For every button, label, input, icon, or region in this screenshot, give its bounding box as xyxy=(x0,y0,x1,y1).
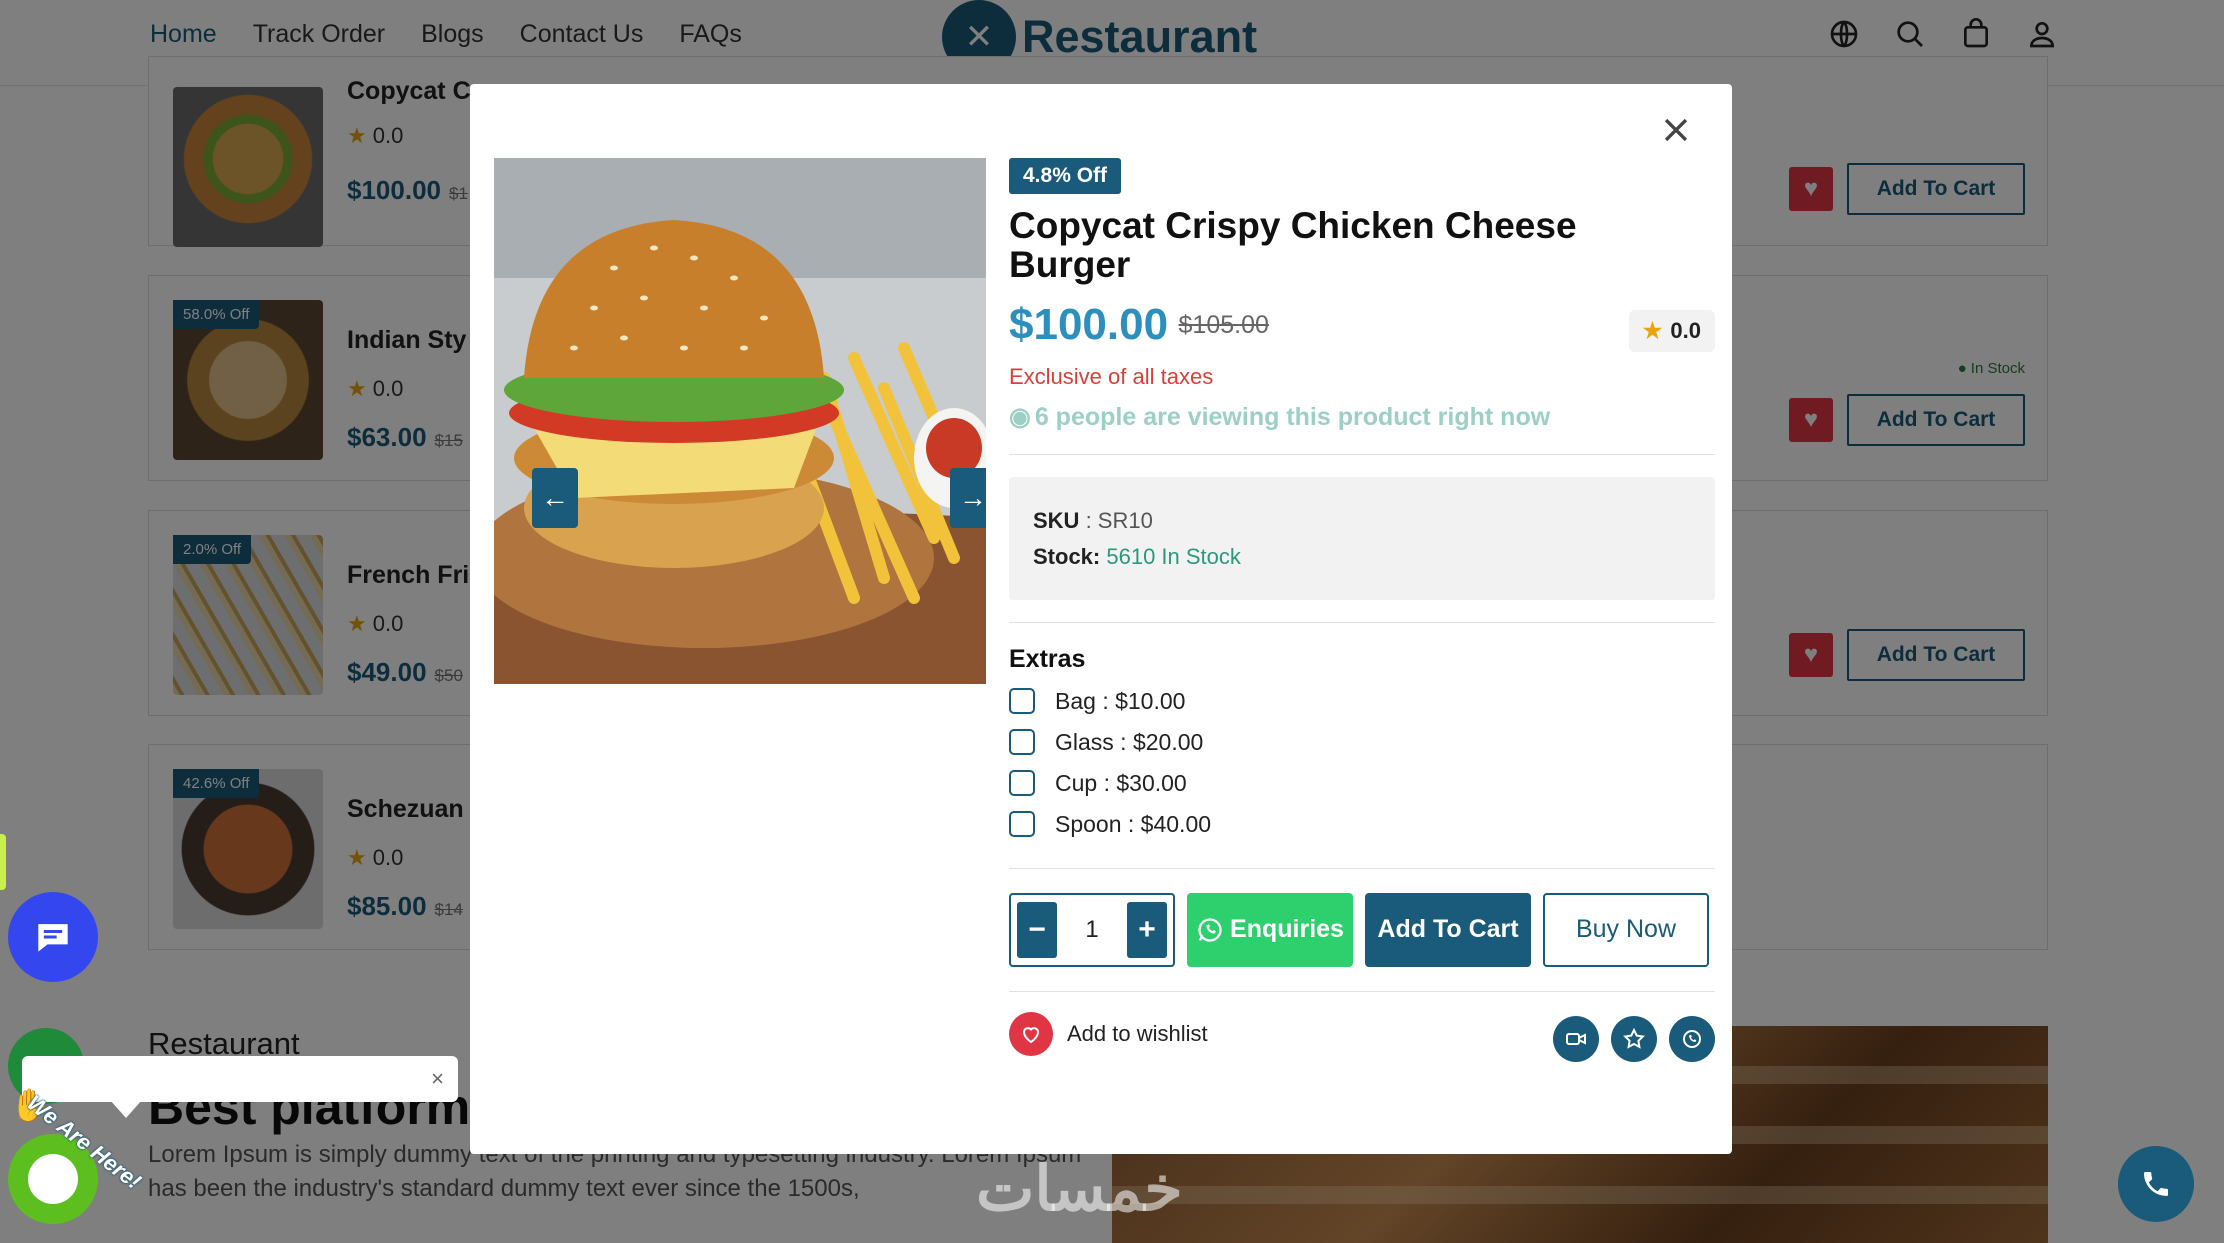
whatsapp-icon xyxy=(1198,918,1222,942)
current-price: $100.00 xyxy=(1009,300,1169,350)
discount-badge: 4.8% Off xyxy=(1009,158,1122,194)
sku-line: SKU : SR10 xyxy=(1033,508,1153,534)
enquiries-button[interactable]: Enquiries xyxy=(1187,892,1353,967)
video-icon[interactable] xyxy=(1553,1015,1599,1062)
eye-icon: ◉ xyxy=(1009,403,1031,432)
chat-icon xyxy=(28,1154,78,1204)
product-details: 4.8% Off Copycat Crispy Chicken Cheese B… xyxy=(1009,158,1715,1066)
close-modal-button[interactable] xyxy=(1652,106,1700,154)
checkbox[interactable] xyxy=(1009,688,1035,715)
action-row: − 1 + Enquiries Add To Cart Buy Now xyxy=(1009,892,1715,967)
extra-option-spoon[interactable]: Spoon : $40.00 xyxy=(1009,811,1715,838)
checkbox[interactable] xyxy=(1009,770,1035,797)
close-icon xyxy=(1664,118,1688,142)
close-icon[interactable]: × xyxy=(431,1066,444,1092)
arrow-left-icon: ← xyxy=(541,482,569,513)
price-row: $100.00 $105.00 ★ 0.0 xyxy=(1009,300,1715,356)
quantity-stepper: − 1 + xyxy=(1009,892,1175,967)
whatsapp-icon[interactable] xyxy=(1669,1015,1715,1062)
watermark: خمسات xyxy=(976,1155,1183,1224)
increase-quantity-button[interactable]: + xyxy=(1126,901,1167,958)
side-tab[interactable] xyxy=(0,834,6,890)
extras-title: Extras xyxy=(1009,644,1086,673)
tawk-popup: × xyxy=(22,1056,458,1102)
product-title: Copycat Crispy Chicken Cheese Burger xyxy=(1009,205,1577,286)
gallery-next-button[interactable]: → xyxy=(950,468,986,528)
checkbox[interactable] xyxy=(1009,811,1035,838)
buy-now-button[interactable]: Buy Now xyxy=(1543,892,1709,967)
chat-bubble-button[interactable] xyxy=(8,892,98,982)
heart-icon xyxy=(1022,1026,1040,1044)
divider xyxy=(1009,454,1715,456)
add-to-cart-button[interactable]: Add To Cart xyxy=(1365,892,1531,967)
gallery-prev-button[interactable]: ← xyxy=(532,468,578,528)
quick-view-modal: ← → 4.8% Off Copycat Crispy Chicken Chee… xyxy=(470,84,1732,1154)
extra-option-cup[interactable]: Cup : $30.00 xyxy=(1009,770,1715,797)
star-icon: ★ xyxy=(1642,318,1663,344)
rating-pill: ★ 0.0 xyxy=(1628,310,1715,353)
tawk-popup-arrow xyxy=(110,1100,142,1118)
quantity-value[interactable]: 1 xyxy=(1085,916,1098,944)
share-icons xyxy=(1553,1015,1715,1062)
checkbox[interactable] xyxy=(1009,729,1035,756)
product-gallery: ← → xyxy=(494,158,986,684)
burger-fries-image xyxy=(494,158,986,684)
phone-icon xyxy=(2144,1172,2168,1196)
wishlist-label[interactable]: Add to wishlist xyxy=(1067,1021,1208,1047)
wishlist-button[interactable] xyxy=(1009,1011,1053,1056)
viewers-note: ◉ 6 people are viewing this product right… xyxy=(1009,403,1551,432)
arrow-right-icon: → xyxy=(959,482,986,513)
divider xyxy=(1009,867,1715,869)
star-icon[interactable] xyxy=(1611,1015,1657,1062)
divider xyxy=(1009,621,1715,623)
extra-option-glass[interactable]: Glass : $20.00 xyxy=(1009,729,1715,756)
extra-option-bag[interactable]: Bag : $10.00 xyxy=(1009,688,1715,715)
tax-note: Exclusive of all taxes xyxy=(1009,364,1214,390)
divider xyxy=(1009,990,1715,992)
chat-icon xyxy=(38,924,68,952)
modal-footer: Add to wishlist xyxy=(1009,1002,1715,1066)
phone-call-button[interactable] xyxy=(2118,1146,2194,1222)
decrease-quantity-button[interactable]: − xyxy=(1017,901,1057,958)
old-price: $105.00 xyxy=(1178,310,1269,339)
stock-line: Stock: 5610 In Stock xyxy=(1033,543,1241,569)
sku-stock-box: SKU : SR10 Stock: 5610 In Stock xyxy=(1009,477,1715,600)
